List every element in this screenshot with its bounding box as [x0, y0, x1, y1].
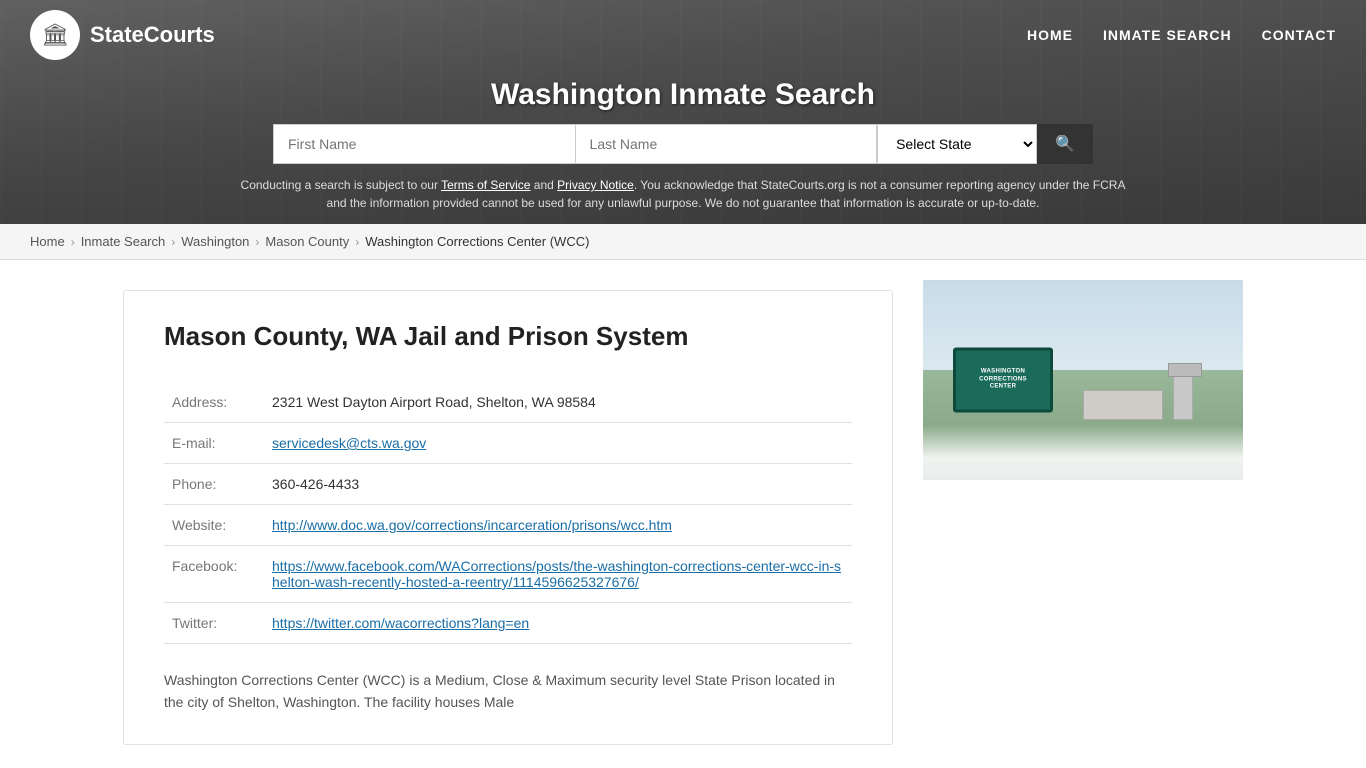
description: Washington Corrections Center (WCC) is a…: [164, 669, 852, 714]
facility-image-inner: WASHINGTONCORRECTIONSCENTER: [923, 280, 1243, 480]
breadcrumb-sep-4: ›: [355, 235, 359, 249]
header-title-section: Washington Inmate Search Select State 🔍 …: [0, 70, 1366, 224]
main-nav: HOME INMATE SEARCH CONTACT: [1027, 22, 1336, 48]
facility-sign-text: WASHINGTONCORRECTIONSCENTER: [979, 368, 1027, 391]
search-button[interactable]: 🔍: [1037, 124, 1093, 164]
disclaimer-and: and: [530, 178, 557, 192]
breadcrumb-home[interactable]: Home: [30, 234, 65, 249]
facebook-label: Facebook:: [164, 546, 264, 603]
breadcrumb-state[interactable]: Washington: [181, 234, 249, 249]
email-value: servicedesk@cts.wa.gov: [264, 423, 852, 464]
phone-label: Phone:: [164, 464, 264, 505]
nav-contact[interactable]: CONTACT: [1262, 22, 1336, 48]
facility-sign: WASHINGTONCORRECTIONSCENTER: [953, 348, 1053, 413]
twitter-value: https://twitter.com/wacorrections?lang=e…: [264, 603, 852, 644]
phone-row: Phone: 360-426-4433: [164, 464, 852, 505]
email-label: E-mail:: [164, 423, 264, 464]
website-link[interactable]: http://www.doc.wa.gov/corrections/incarc…: [272, 517, 672, 533]
breadcrumb-sep-2: ›: [171, 235, 175, 249]
logo-area: 🏛 StateCourts: [30, 10, 215, 60]
breadcrumb-sep-3: ›: [255, 235, 259, 249]
nav-home[interactable]: HOME: [1027, 22, 1073, 48]
address-value: 2321 West Dayton Airport Road, Shelton, …: [264, 382, 852, 423]
facility-building: [1083, 390, 1163, 420]
content-right: WASHINGTONCORRECTIONSCENTER: [923, 280, 1243, 745]
privacy-link[interactable]: Privacy Notice: [557, 178, 634, 192]
facebook-value: https://www.facebook.com/WACorrections/p…: [264, 546, 852, 603]
breadcrumb-current: Washington Corrections Center (WCC): [365, 234, 589, 249]
terms-link[interactable]: Terms of Service: [441, 178, 530, 192]
site-name: StateCourts: [90, 22, 215, 48]
state-select[interactable]: Select State: [877, 124, 1037, 164]
twitter-label: Twitter:: [164, 603, 264, 644]
breadcrumb-sep-1: ›: [71, 235, 75, 249]
breadcrumb-county[interactable]: Mason County: [265, 234, 349, 249]
search-bar: Select State 🔍: [273, 124, 1093, 164]
disclaimer-text-before: Conducting a search is subject to our: [241, 178, 442, 192]
logo-icon: 🏛: [30, 10, 80, 60]
website-value: http://www.doc.wa.gov/corrections/incarc…: [264, 505, 852, 546]
last-name-input[interactable]: [575, 124, 878, 164]
breadcrumb-inmate-search[interactable]: Inmate Search: [81, 234, 166, 249]
email-link[interactable]: servicedesk@cts.wa.gov: [272, 435, 426, 451]
first-name-input[interactable]: [273, 124, 575, 164]
address-row: Address: 2321 West Dayton Airport Road, …: [164, 382, 852, 423]
disclaimer: Conducting a search is subject to our Te…: [233, 176, 1133, 212]
page-title: Mason County, WA Jail and Prison System: [164, 321, 852, 352]
website-row: Website: http://www.doc.wa.gov/correctio…: [164, 505, 852, 546]
facility-image: WASHINGTONCORRECTIONSCENTER: [923, 280, 1243, 480]
page-main-title: Washington Inmate Search: [20, 78, 1346, 112]
search-icon: 🔍: [1055, 136, 1075, 153]
facebook-row: Facebook: https://www.facebook.com/WACor…: [164, 546, 852, 603]
facility-tower: [1173, 370, 1193, 420]
address-label: Address:: [164, 382, 264, 423]
info-table: Address: 2321 West Dayton Airport Road, …: [164, 382, 852, 644]
main-content: Mason County, WA Jail and Prison System …: [93, 260, 1273, 765]
twitter-link[interactable]: https://twitter.com/wacorrections?lang=e…: [272, 615, 529, 631]
info-card: Mason County, WA Jail and Prison System …: [123, 290, 893, 745]
website-label: Website:: [164, 505, 264, 546]
email-row: E-mail: servicedesk@cts.wa.gov: [164, 423, 852, 464]
content-left: Mason County, WA Jail and Prison System …: [123, 280, 893, 745]
facebook-link[interactable]: https://www.facebook.com/WACorrections/p…: [272, 558, 841, 590]
twitter-row: Twitter: https://twitter.com/wacorrectio…: [164, 603, 852, 644]
phone-value: 360-426-4433: [264, 464, 852, 505]
header: 🏛 StateCourts HOME INMATE SEARCH CONTACT…: [0, 0, 1366, 224]
top-nav: 🏛 StateCourts HOME INMATE SEARCH CONTACT: [0, 0, 1366, 70]
nav-inmate-search[interactable]: INMATE SEARCH: [1103, 22, 1232, 48]
breadcrumb: Home › Inmate Search › Washington › Maso…: [0, 224, 1366, 260]
